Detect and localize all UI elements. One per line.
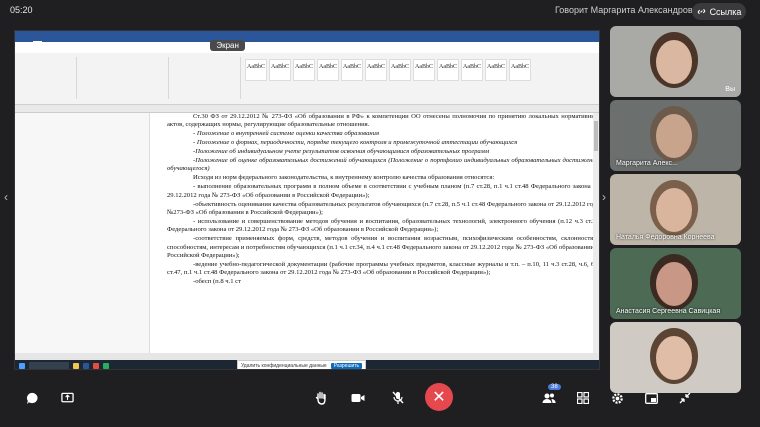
style-swatch[interactable]: AaBbC bbox=[461, 59, 483, 81]
shared-screen: Экран Маргарита Александровна Дымова Экр… bbox=[14, 30, 600, 370]
style-swatch[interactable]: AaBbC bbox=[389, 59, 411, 81]
scroll-thumb[interactable] bbox=[594, 121, 598, 151]
style-swatch[interactable]: AaBbC bbox=[293, 59, 315, 81]
document-paragraph: - Положение о внутренней системе оценки … bbox=[193, 130, 380, 138]
call-timer: 05:20 bbox=[10, 5, 33, 15]
participant-tile[interactable]: Анастасия Сергеевна Савицкая bbox=[610, 248, 741, 319]
share-screen-icon[interactable] bbox=[55, 386, 79, 410]
document-paragraph: - Положение о формах, периодичности, пор… bbox=[193, 139, 518, 147]
document-paragraph: -ведение учебно-педагогической документа… bbox=[167, 260, 599, 277]
active-speaker-label: Говорит Маргарита Александровна Д bbox=[555, 5, 712, 15]
call-controls: ✕ 38 bbox=[0, 378, 760, 418]
link-icon bbox=[697, 9, 705, 14]
document-paragraph: - использование и совершенствование мето… bbox=[167, 217, 599, 234]
presenter-name: Экран Маргарита Александровна Дымова bbox=[48, 40, 205, 50]
screen-chip-label: Экран bbox=[216, 40, 239, 50]
word-ribbon: AaBbC AaBbC AaBbC AaBbC AaBbC AaBbC AaBb… bbox=[15, 53, 599, 105]
browser-icon[interactable] bbox=[93, 362, 99, 369]
style-swatch[interactable]: AaBbC bbox=[365, 59, 387, 81]
raise-hand-icon[interactable] bbox=[309, 386, 333, 410]
grid-icon[interactable] bbox=[571, 386, 595, 410]
participant-tile[interactable]: Маргарита Алекс... bbox=[610, 100, 741, 171]
participant-name: Наталья Федоровна Корнеева bbox=[616, 234, 715, 241]
document-paragraph: -Положение об индивидуальном учете резул… bbox=[193, 148, 490, 156]
collapse-icon[interactable] bbox=[673, 386, 697, 410]
app-icon[interactable] bbox=[103, 362, 109, 369]
clipboard-group bbox=[17, 57, 77, 99]
document-paragraph: - выполнение образовательных программ в … bbox=[167, 183, 599, 199]
document-paragraph: -Положение об оценке образовательных дос… bbox=[167, 157, 599, 173]
font-group bbox=[79, 57, 169, 99]
document-paragraph: -объективность оценивания качества образ… bbox=[167, 200, 599, 216]
document-scrollbar[interactable] bbox=[593, 113, 599, 353]
explorer-icon[interactable] bbox=[73, 362, 79, 369]
mic-off-icon[interactable] bbox=[386, 386, 410, 410]
participant-self-label: Вы bbox=[725, 86, 735, 93]
chat-icon[interactable] bbox=[20, 386, 44, 410]
camera-icon[interactable] bbox=[346, 386, 370, 410]
document-paragraph: -обесп (п.8 ч.1 ст bbox=[193, 278, 241, 286]
navigation-pane bbox=[15, 113, 150, 353]
copy-link-label: Ссылка bbox=[709, 6, 742, 17]
style-swatch[interactable]: AaBbC bbox=[509, 59, 531, 81]
participant-face bbox=[656, 188, 692, 232]
style-swatch[interactable]: AaBbC bbox=[317, 59, 339, 81]
ruler bbox=[15, 105, 599, 113]
editing-group bbox=[551, 57, 599, 99]
screen-share-icon bbox=[33, 41, 42, 49]
screen-share-header: Экран Маргарита Александровна Дымова Экр… bbox=[33, 38, 245, 52]
pip-icon[interactable] bbox=[639, 386, 663, 410]
settings-icon[interactable] bbox=[605, 386, 629, 410]
notification-bar: Удалить конфиденциальные данные Разрешит… bbox=[237, 360, 367, 369]
top-bar: 05:20 Говорит Маргарита Александровна Д … bbox=[0, 0, 760, 24]
participant-name: Анастасия Сергеевна Савицкая bbox=[616, 308, 721, 315]
style-swatch[interactable]: AaBbC bbox=[245, 59, 267, 81]
style-swatch[interactable]: AaBbC bbox=[485, 59, 507, 81]
next-arrow-icon[interactable]: › bbox=[602, 190, 606, 204]
participants-count: 38 bbox=[548, 384, 561, 390]
participant-face bbox=[656, 336, 692, 380]
participant-face bbox=[656, 262, 692, 306]
participant-tile[interactable]: Вы bbox=[610, 26, 741, 97]
copy-link-button[interactable]: Ссылка bbox=[692, 3, 746, 20]
document-paragraph: Ст.30 ФЗ от 29.12.2012 № 273-ФЗ «Об обра… bbox=[167, 113, 599, 129]
participant-face bbox=[656, 114, 692, 158]
participant-face bbox=[656, 40, 692, 84]
video-call-window: 05:20 Говорит Маргарита Александровна Д … bbox=[0, 0, 760, 427]
end-call-icon[interactable]: ✕ bbox=[425, 383, 453, 411]
notification-text: Удалить конфиденциальные данные bbox=[241, 362, 327, 369]
taskbar-search[interactable] bbox=[29, 362, 69, 369]
participant-tile[interactable]: Наталья Федоровна Корнеева bbox=[610, 174, 741, 245]
style-swatch[interactable]: AaBbC bbox=[413, 59, 435, 81]
style-swatch[interactable]: AaBbC bbox=[437, 59, 459, 81]
prev-arrow-icon[interactable]: ‹ bbox=[4, 190, 8, 204]
style-swatch[interactable]: AaBbC bbox=[269, 59, 291, 81]
style-swatch[interactable]: AaBbC bbox=[341, 59, 363, 81]
word-icon[interactable] bbox=[83, 362, 89, 369]
document-page: Ст.30 ФЗ от 29.12.2012 № 273-ФЗ «Об обра… bbox=[163, 113, 599, 353]
screen-chip[interactable]: Экран bbox=[210, 39, 245, 51]
document-paragraph: Исходя из норм федерального законодатель… bbox=[193, 174, 495, 182]
participant-name: Маргарита Алекс... bbox=[616, 160, 678, 167]
document-paragraph: -соответствие применяемых форм, средств,… bbox=[167, 235, 599, 259]
start-icon[interactable] bbox=[19, 362, 25, 369]
allow-button[interactable]: Разрешить bbox=[330, 362, 363, 369]
paragraph-group bbox=[171, 57, 241, 99]
word-status-bar bbox=[15, 353, 599, 360]
